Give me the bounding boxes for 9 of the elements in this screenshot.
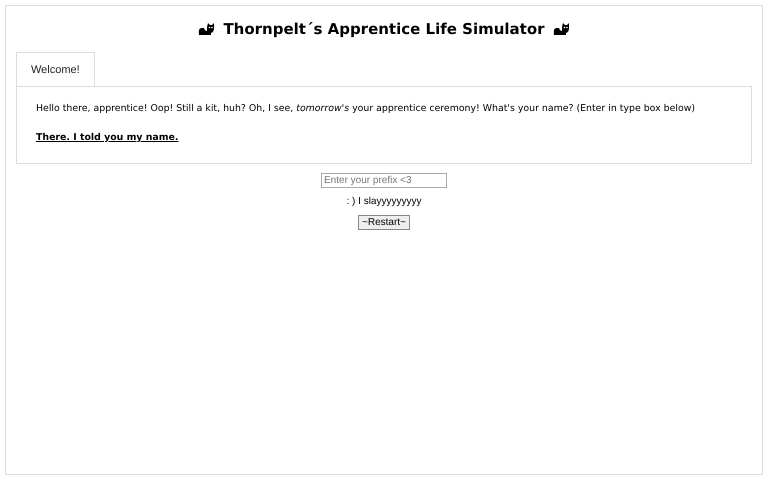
story-text: Hello there, apprentice! Oop! Still a kit, huh? Oh, I see, tomorrow's your apprentice ceremony! What's your name? (Enter in type box below)	[36, 103, 696, 114]
prefix-input[interactable]: Enter your prefix <3	[321, 173, 447, 188]
status-message: : ) I slayyyyyyyyy	[346, 196, 422, 207]
cat-icon	[198, 22, 216, 36]
restart-button[interactable]: ~Restart~	[358, 215, 410, 230]
tab[interactable]: Welcome!	[16, 52, 95, 87]
cat-icon	[552, 22, 570, 36]
page-title: Thornpelt´s Apprentice Life Simulator	[223, 20, 545, 38]
story-link[interactable]: There. I told you my name.	[36, 132, 178, 143]
